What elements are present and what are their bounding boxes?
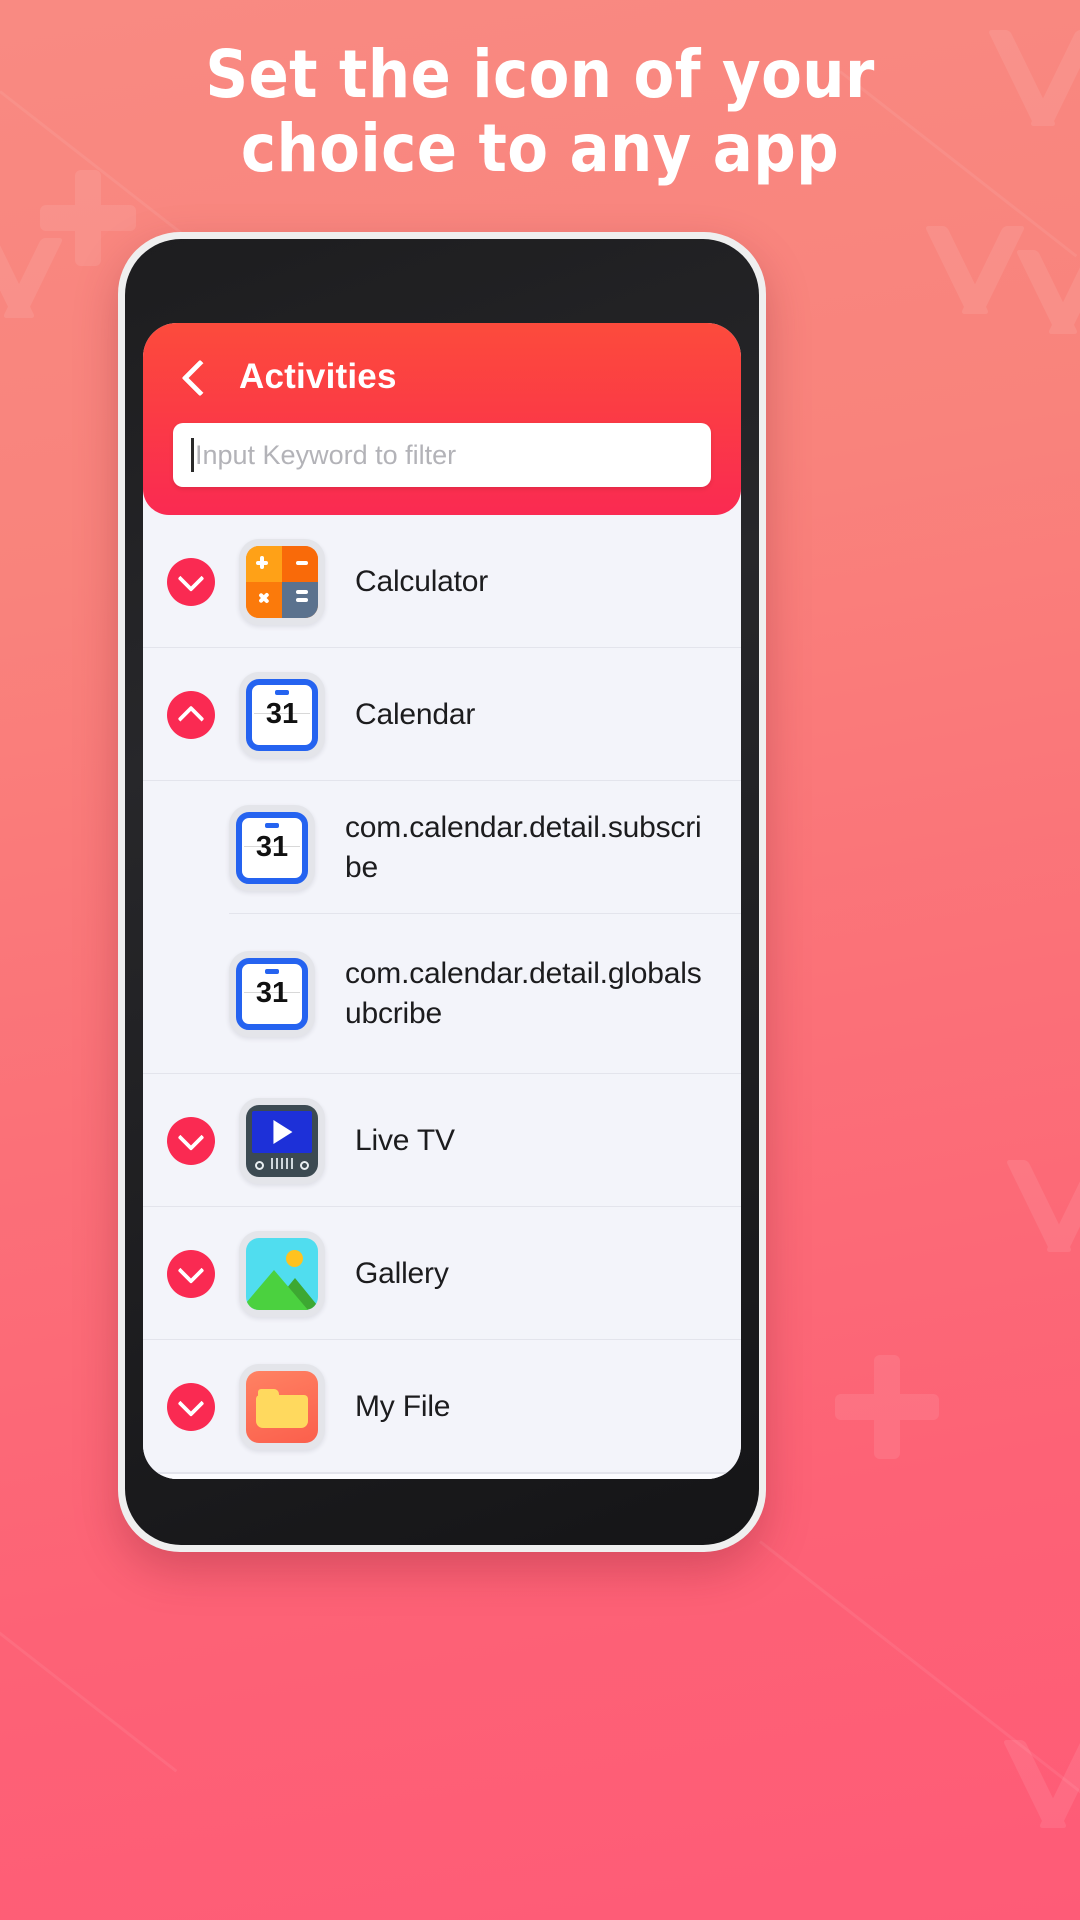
calculator-icon — [239, 538, 325, 625]
list-bottom-area — [143, 1473, 741, 1479]
list-item[interactable]: Live TV — [143, 1074, 741, 1207]
headline-line-1: Set the icon of your — [205, 36, 875, 113]
calendar-icon: 31 — [229, 804, 315, 891]
activity-list[interactable]: Calculator 31 Calendar 31 com.calendar.d… — [143, 507, 741, 1479]
list-sub-item-label: com.calendar.detail.globalsubcribe — [345, 957, 702, 1030]
gallery-icon — [239, 1230, 325, 1317]
app-header-top: Activities — [173, 357, 711, 397]
chevron-up-icon[interactable] — [167, 690, 215, 739]
phone-screen: Activities Input Keyword to filter Calcu… — [143, 323, 741, 1479]
promo-headline: Set the icon of your choice to any app — [0, 38, 1080, 186]
list-item-label: Calculator — [355, 564, 489, 598]
list-item-label: My File — [355, 1389, 451, 1423]
search-input[interactable] — [194, 423, 693, 487]
list-item[interactable]: My File — [143, 1340, 741, 1473]
deco-chevron-shape — [940, 226, 1010, 314]
list-sub-item-label: com.calendar.detail.subscribe — [345, 810, 702, 884]
list-item-label: Live TV — [355, 1123, 455, 1157]
phone-body: Activities Input Keyword to filter Calcu… — [125, 239, 759, 1545]
deco-diagonal-line — [759, 1540, 1080, 1863]
list-item-label: Calendar — [355, 697, 476, 731]
calendar-icon: 31 — [229, 951, 315, 1037]
list-sub-item[interactable]: 31 com.calendar.detail.subscribe — [143, 781, 741, 914]
list-item[interactable]: Gallery — [143, 1207, 741, 1340]
deco-chevron-shape — [1030, 250, 1080, 334]
search-field[interactable] — [173, 423, 711, 487]
chevron-left-icon[interactable] — [179, 357, 213, 397]
row-divider — [143, 1472, 741, 1473]
headline-line-2: choice to any app — [240, 110, 840, 187]
deco-chevron-shape — [1018, 1740, 1080, 1828]
app-header: Activities — [143, 323, 741, 515]
calendar-icon: 31 — [239, 671, 325, 758]
deco-plus-shape — [835, 1355, 939, 1459]
folder-icon — [239, 1363, 325, 1450]
calendar-day-number: 31 — [255, 976, 289, 1009]
deco-diagonal-line — [0, 1585, 178, 1773]
deco-chevron-shape — [1022, 1160, 1080, 1252]
list-item[interactable]: 31 Calendar — [143, 648, 741, 781]
list-item[interactable]: Calculator — [143, 515, 741, 648]
chevron-down-icon[interactable] — [167, 1116, 215, 1165]
live-tv-icon — [239, 1097, 325, 1184]
page-title: Activities — [239, 357, 397, 396]
calendar-day-number: 31 — [255, 830, 289, 863]
chevron-down-icon[interactable] — [167, 1249, 215, 1298]
calendar-day-number: 31 — [265, 697, 299, 730]
chevron-down-icon[interactable] — [167, 1382, 215, 1431]
phone-mockup: Activities Input Keyword to filter Calcu… — [118, 232, 766, 1552]
list-sub-item[interactable]: 31 com.calendar.detail.globalsubcribe — [143, 914, 741, 1074]
list-item-label: Gallery — [355, 1256, 449, 1290]
deco-chevron-shape — [0, 238, 50, 318]
chevron-down-icon[interactable] — [167, 557, 215, 606]
